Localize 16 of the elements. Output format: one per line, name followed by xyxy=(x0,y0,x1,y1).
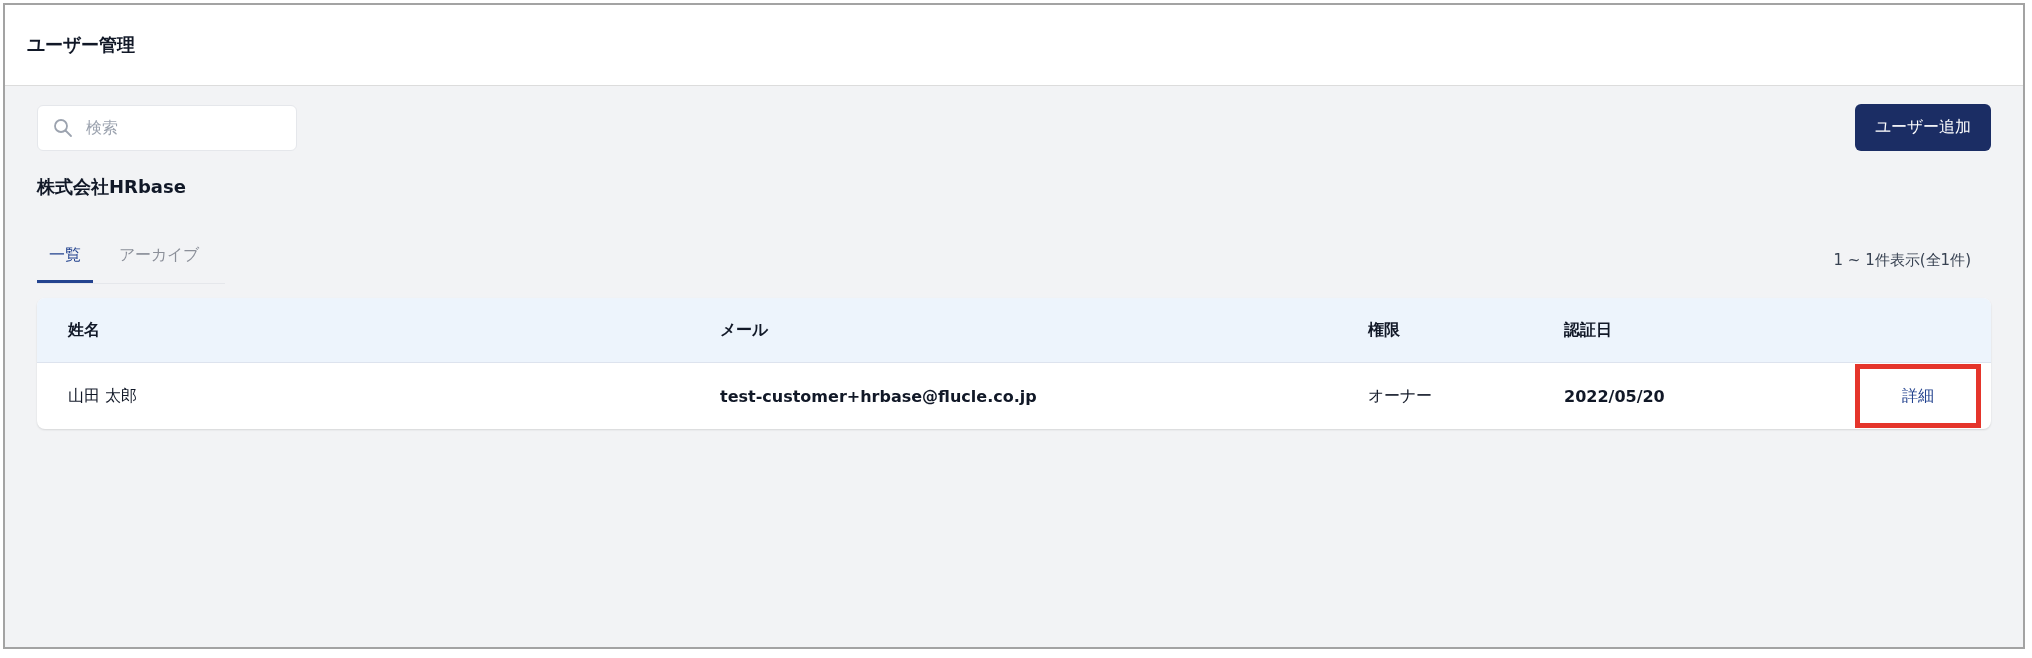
table-cell: オーナー xyxy=(1368,385,1432,407)
column-header: 認証日 xyxy=(1564,319,1612,341)
result-count: 1 ~ 1件表示(全1件) xyxy=(1833,251,1971,270)
column-header: 権限 xyxy=(1368,319,1400,341)
tab[interactable]: 一覧 xyxy=(37,245,93,283)
search-field[interactable]: 検索 xyxy=(37,104,297,151)
table-cell: 2022/05/20 xyxy=(1564,386,1665,406)
table-cell: 山田 太郎 xyxy=(68,385,138,407)
column-header: 姓名 xyxy=(68,319,100,341)
search-icon xyxy=(53,117,73,138)
table-cell: test-customer+hrbase@flucle.co.jp xyxy=(720,386,1037,406)
page-title: ユーザー管理 xyxy=(27,33,135,57)
add-user-button[interactable]: ユーザー追加 xyxy=(1855,104,1991,151)
detail-link[interactable]: 詳細 xyxy=(1854,364,1981,428)
column-header: メール xyxy=(720,319,768,341)
company-name: 株式会社HRbase xyxy=(37,175,187,199)
